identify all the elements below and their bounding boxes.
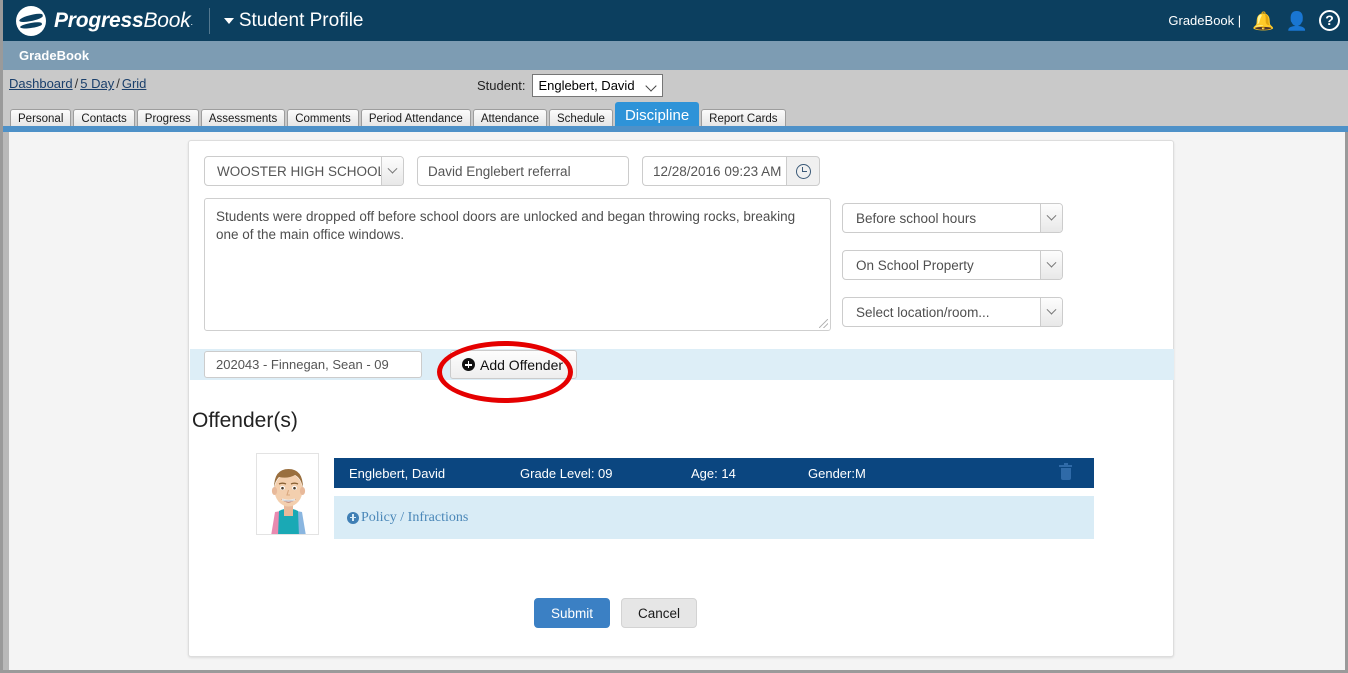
policy-infractions-band: Policy / Infractions: [334, 496, 1094, 539]
breadcrumb-item-dashboard[interactable]: Dashboard: [9, 76, 73, 91]
brand-tm: .: [190, 16, 194, 27]
student-picker: Student: Englebert, David: [477, 74, 664, 97]
chevron-down-icon: [1046, 210, 1057, 221]
plus-circle-icon: [462, 358, 475, 371]
module-bar: GradeBook: [3, 41, 1348, 70]
add-offender-button[interactable]: Add Offender: [450, 350, 578, 379]
student-photo-image: [257, 454, 318, 534]
chevron-down-icon: [645, 80, 658, 92]
student-select[interactable]: Englebert, David: [532, 74, 664, 97]
add-offender-label: Add Offender: [480, 356, 564, 373]
application-window: ProgressBook. Student Profile GradeBook …: [0, 0, 1348, 673]
referral-header-fields: WOOSTER HIGH SCHOOL David Englebert refe…: [204, 156, 820, 186]
tab-label: Comments: [295, 113, 351, 125]
top-navigation-bar: ProgressBook. Student Profile GradeBook …: [3, 0, 1348, 41]
breadcrumb-row: Dashboard/5 Day / Grid Student: Englebert,…: [3, 70, 1348, 102]
offender-grade-level: Grade Level: 09: [520, 465, 613, 481]
left-gutter: [3, 132, 9, 670]
chevron-down-icon: [387, 163, 398, 174]
chevron-down-icon: [1046, 257, 1057, 268]
policy-infractions-link[interactable]: Policy / Infractions: [347, 510, 468, 526]
school-select-value: WOOSTER HIGH SCHOOL: [217, 163, 386, 179]
tab-label: Personal: [18, 113, 64, 125]
tab-label: Attendance: [480, 113, 539, 125]
breadcrumb: Dashboard/5 Day / Grid: [9, 76, 146, 91]
brand-bold: Progress: [54, 8, 144, 32]
offender-search-input[interactable]: 202043 - Finnegan, Sean - 09: [204, 351, 422, 378]
offender-gender: Gender:M: [808, 465, 866, 481]
location-type-select[interactable]: On School Property: [842, 250, 1063, 280]
brand-thin: Book: [143, 8, 191, 32]
breadcrumb-separator-2: /: [116, 76, 120, 91]
chevron-down-icon: [223, 17, 234, 24]
submit-button[interactable]: Submit: [534, 598, 611, 628]
student-select-value: Englebert, David: [538, 78, 635, 93]
student-photo: [256, 453, 319, 535]
page-title-menu[interactable]: Student Profile: [223, 9, 364, 32]
chevron-down-icon: [1046, 304, 1057, 315]
trash-body: [1060, 468, 1071, 480]
location-room-dropdown-button[interactable]: [1040, 298, 1062, 326]
offender-row[interactable]: Englebert, David Grade Level: 09 Age: 14…: [334, 458, 1094, 488]
discipline-referral-panel: WOOSTER HIGH SCHOOL David Englebert refe…: [188, 140, 1174, 657]
tab-label: Progress: [144, 113, 191, 125]
policy-infractions-label: Policy / Infractions: [361, 509, 469, 525]
submit-label: Submit: [551, 605, 594, 621]
time-frame-dropdown-button[interactable]: [1040, 204, 1062, 232]
bell-icon[interactable]: 🔔: [1252, 12, 1274, 30]
tab-label: Schedule: [557, 113, 605, 125]
location-room-value: Select location/room...: [856, 304, 990, 320]
topbar-context-label: GradeBook |: [1168, 13, 1242, 28]
tab-list: Personal Contacts Progress Assessments C…: [10, 102, 788, 128]
incident-datetime-value: 12/28/2016 09:23 AM: [653, 163, 782, 179]
time-frame-select[interactable]: Before school hours: [842, 203, 1063, 233]
trash-lid: [1059, 465, 1072, 467]
resize-handle[interactable]: [819, 319, 828, 328]
offenders-heading: Offender(s): [192, 409, 298, 432]
tab-label: Discipline: [624, 107, 690, 124]
referral-title-input[interactable]: David Englebert referral: [417, 156, 629, 186]
incident-datetime-input[interactable]: 12/28/2016 09:23 AM: [642, 156, 786, 186]
progressbook-logo-icon: [16, 5, 46, 36]
topbar-divider: [208, 7, 210, 34]
school-select-dropdown-button[interactable]: [381, 157, 403, 185]
offender-search-value: 202043 - Finnegan, Sean - 09: [216, 357, 389, 372]
progressbook-wordmark: ProgressBook.: [54, 9, 193, 33]
clock-glyph: [795, 163, 811, 179]
help-icon[interactable]: ?: [1319, 10, 1340, 31]
tab-label: Period Attendance: [368, 113, 463, 125]
tab-label: Report Cards: [709, 113, 778, 125]
clock-icon[interactable]: [786, 156, 820, 186]
user-icon[interactable]: 👤: [1286, 12, 1308, 30]
cancel-button[interactable]: Cancel: [621, 598, 698, 628]
cancel-label: Cancel: [638, 605, 681, 621]
progressbook-logo[interactable]: ProgressBook.: [3, 5, 193, 36]
location-type-dropdown-button[interactable]: [1040, 251, 1062, 279]
student-picker-label: Student:: [477, 78, 526, 93]
trash-icon[interactable]: [1059, 463, 1072, 480]
tab-label: Assessments: [208, 113, 278, 125]
location-type-value: On School Property: [856, 257, 974, 273]
page-title: Student Profile: [238, 9, 364, 31]
offender-age: Age: 14: [691, 465, 736, 481]
incident-description-textarea[interactable]: Students were dropped off before school …: [204, 198, 831, 331]
incident-description-text: Students were dropped off before school …: [216, 209, 796, 242]
tab-discipline[interactable]: Discipline: [614, 102, 700, 128]
offender-name: Englebert, David: [349, 465, 446, 481]
topbar-actions: GradeBook | 🔔 👤 ?: [1168, 10, 1348, 31]
incident-datetime-group: 12/28/2016 09:23 AM: [642, 156, 820, 186]
offender-search-band: 202043 - Finnegan, Sean - 09 Add Offende…: [190, 341, 1174, 403]
breadcrumb-item-grid[interactable]: Grid: [122, 76, 147, 91]
incident-attribute-selects: Before school hours On School Property S…: [842, 203, 1063, 327]
plus-circle-icon: [347, 511, 359, 524]
breadcrumb-item-5-day[interactable]: 5 Day: [80, 76, 114, 91]
location-room-select[interactable]: Select location/room...: [842, 297, 1063, 327]
referral-title-value: David Englebert referral: [428, 163, 571, 179]
tab-label: Contacts: [81, 113, 127, 125]
school-select[interactable]: WOOSTER HIGH SCHOOL: [204, 156, 404, 186]
time-frame-value: Before school hours: [856, 210, 977, 226]
form-action-buttons: Submit Cancel: [534, 598, 698, 628]
module-label: GradeBook: [19, 48, 90, 63]
